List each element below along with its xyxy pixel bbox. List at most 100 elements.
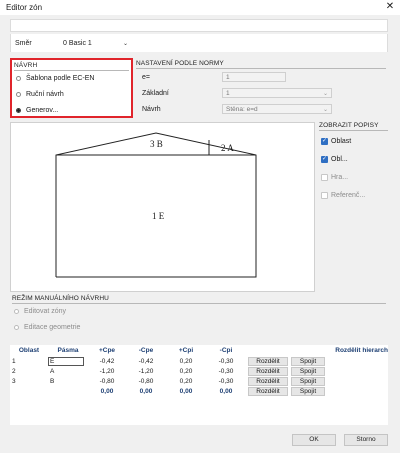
radio-label: Ruční návrh <box>26 91 64 98</box>
band-field[interactable]: E <box>48 356 84 366</box>
checkbox-reference[interactable]: Referenč... <box>321 191 386 200</box>
radio-manual-design[interactable]: Ruční návrh <box>16 90 126 99</box>
close-icon[interactable]: ✕ <box>384 1 396 12</box>
direction-row: Směr 0 Basic 1 ⌄ <box>10 34 388 52</box>
cell-pcpi: 0,20 <box>179 357 193 365</box>
cell-mcpi: -0,30 <box>218 357 234 365</box>
cell-mcpi: -0,30 <box>218 367 234 375</box>
cell-pcpe: -0,42 <box>99 357 115 365</box>
cell-mcpi: -0,30 <box>218 377 234 385</box>
zone-label-a: 2 A <box>221 143 234 153</box>
cell-hierarchy <box>326 386 388 396</box>
split-button[interactable]: Rozdělit <box>248 356 288 366</box>
cell-mcpe: -1,20 <box>138 367 154 375</box>
checkbox-icon <box>321 174 328 181</box>
direction-label: Směr <box>15 40 32 47</box>
cell-hierarchy <box>326 376 388 386</box>
split-button[interactable]: Rozdělit <box>248 386 288 396</box>
radio-selected-icon <box>16 108 21 113</box>
split-button[interactable]: Rozdělit <box>248 376 288 386</box>
cancel-button[interactable]: Storno <box>344 434 388 446</box>
chevron-down-icon: ⌄ <box>323 107 329 113</box>
ok-button[interactable]: OK <box>292 434 336 446</box>
col-header-band: Pásma <box>48 345 88 356</box>
manual-mode-header: REŽIM MANUÁLNÍHO NÁVRHU <box>12 295 386 304</box>
cell-split: Rozdělit <box>246 356 290 366</box>
zone-label-b: 3 B <box>150 139 163 149</box>
chevron-down-icon: ⌄ <box>323 91 329 97</box>
table-header-row: Oblast Pásma +Cpe -Cpe +Cpi -Cpi Rozděli… <box>10 345 388 356</box>
radio-edit-zones[interactable]: Editovat zóny <box>14 307 114 316</box>
radio-edit-geometry[interactable]: Editace geometrie <box>14 323 114 332</box>
radio-icon <box>16 92 21 97</box>
design-header: NÁVRH <box>14 62 129 71</box>
checkbox-label: Hra... <box>331 174 349 181</box>
checkbox-area[interactable]: ✓ Oblast <box>321 137 386 146</box>
checkbox-area-name[interactable]: ✓ Obl... <box>321 155 386 164</box>
radio-template-ec[interactable]: Šablona podle EC-EN <box>16 74 126 83</box>
cell-pcpe: -0,80 <box>99 377 115 385</box>
checkbox-label: Obl... <box>331 156 348 163</box>
cell-join: Spojit <box>290 376 326 386</box>
col-header-mcpi: -Cpi <box>206 345 246 356</box>
join-button[interactable]: Spojit <box>291 356 325 366</box>
cell-band[interactable]: B <box>48 376 88 386</box>
cell-area: 1 <box>12 357 16 365</box>
cell-pcpi: 0,20 <box>179 377 193 385</box>
cell-pcpe: -1,20 <box>99 367 115 375</box>
top-toolbar <box>10 19 388 32</box>
e-label: e= <box>142 74 150 81</box>
col-header-pcpi: +Cpi <box>166 345 206 356</box>
cell-split: Rozdělit <box>246 386 290 396</box>
table-row[interactable]: 1 E -0,42 -0,42 0,20 -0,30 Rozdělit Spoj… <box>10 356 388 366</box>
cell-area: 2 <box>12 367 16 375</box>
split-button[interactable]: Rozdělit <box>248 366 288 376</box>
title-bar: Editor zón ✕ <box>0 0 400 15</box>
radio-icon <box>14 325 19 330</box>
cell-empty <box>10 386 48 396</box>
cell-pcpi: 0,20 <box>179 367 193 375</box>
radio-label: Šablona podle EC-EN <box>26 75 95 82</box>
cell-band[interactable]: E <box>48 356 88 366</box>
col-header-hierarchy: Rozdělit hierarch <box>326 345 388 356</box>
basic-select[interactable]: 1 ⌄ <box>222 88 332 98</box>
e-field[interactable]: 1 <box>222 72 286 82</box>
zone-label-e: 1 E <box>152 211 165 221</box>
show-labels-panel: ZOBRAZIT POPISY ✓ Oblast ✓ Obl... Hra...… <box>317 122 388 292</box>
norm-settings-panel: NASTAVENÍ PODLE NORMY e= 1 Základní 1 ⌄ … <box>134 58 388 118</box>
col-header-join <box>290 345 326 356</box>
radio-label: Generov... <box>26 107 59 114</box>
cell-split: Rozdělit <box>246 376 290 386</box>
design-select[interactable]: Stěna: e=d ⌄ <box>222 104 332 114</box>
cell-join: Spojit <box>290 386 326 396</box>
radio-label: Editace geometrie <box>24 324 81 331</box>
table-row[interactable]: 2 A -1,20 -1,20 0,20 -0,30 Rozdělit Spoj… <box>10 366 388 376</box>
design-label: Návrh <box>142 106 161 113</box>
direction-select[interactable]: 0 Basic 1 ⌄ <box>63 37 133 48</box>
direction-select-value: 0 Basic 1 <box>63 40 92 47</box>
checkbox-label: Referenč... <box>331 192 366 199</box>
cell-join: Spojit <box>290 366 326 376</box>
join-button[interactable]: Spojit <box>291 386 325 396</box>
cell-area: 3 <box>12 377 16 385</box>
show-labels-header: ZOBRAZIT POPISY <box>319 122 388 131</box>
cell-mcpe: -0,80 <box>138 377 154 385</box>
radio-generate[interactable]: Generov... <box>16 106 126 115</box>
cell-split: Rozdělit <box>246 366 290 376</box>
basic-label: Základní <box>142 90 169 97</box>
total-pcpe: 0,00 <box>100 387 114 395</box>
join-button[interactable]: Spojit <box>291 376 325 386</box>
cell-empty <box>48 386 88 396</box>
cell-mcpe: -0,42 <box>138 357 154 365</box>
window-title: Editor zón <box>6 3 43 12</box>
join-button[interactable]: Spojit <box>291 366 325 376</box>
cell-band[interactable]: A <box>48 366 88 376</box>
col-header-split <box>246 345 290 356</box>
total-mcpi: 0,00 <box>219 387 233 395</box>
design-panel: NÁVRH Šablona podle EC-EN Ruční návrh Ge… <box>10 58 133 118</box>
zone-table: Oblast Pásma +Cpe -Cpe +Cpi -Cpi Rozděli… <box>10 345 388 425</box>
zone-drawing-canvas[interactable]: 3 B 2 A 1 E <box>10 122 315 292</box>
table-row[interactable]: 3 B -0,80 -0,80 0,20 -0,30 Rozdělit Spoj… <box>10 376 388 386</box>
radio-icon <box>14 309 19 314</box>
checkbox-edges[interactable]: Hra... <box>321 173 386 182</box>
